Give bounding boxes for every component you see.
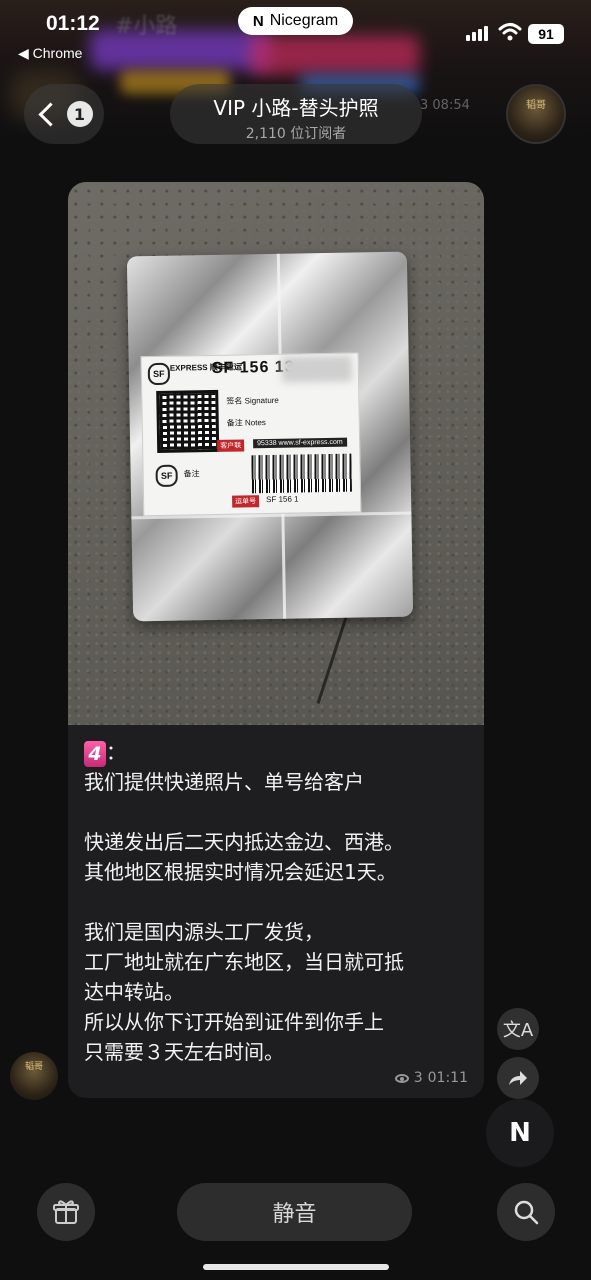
mute-button[interactable]: 静音 [177,1183,412,1241]
message-line: 我们是国内源头工厂发货， [84,920,324,944]
message-line: 其他地区根据实时情况会延迟1天。 [84,860,397,884]
channel-title-button[interactable]: VIP 小路-替头护照 2,110 位订阅者 [170,84,422,144]
message-meta: 3 01:11 [394,1070,468,1086]
redaction-blur [281,355,353,383]
sf-logo-icon: SF [155,464,178,487]
unread-count-badge: 1 [66,101,93,127]
label-waybill-tag: 运单号 [232,495,260,508]
nicegram-label: Nicegram [269,12,339,29]
message-line: 达中转站。 [84,980,184,1004]
message-line: 我们提供快递照片、单号给客户 [84,770,364,794]
message-line: 快递发出后二天内抵达金边、西港。 [84,830,404,854]
message-bubble[interactable]: SF EXPRESS 顺丰速运 SF 156 13 签名 Signature 备… [68,182,484,1098]
label-note: 备注 Notes [226,418,266,428]
nicegram-fab-button[interactable]: N [486,1099,554,1167]
home-indicator[interactable] [203,1264,389,1270]
nicegram-logo-icon: N [509,1118,531,1148]
nicegram-badge[interactable]: N Nicegram [238,7,353,35]
label-client-tag: 客户联 [217,439,245,452]
status-time: 01:12 [46,12,100,35]
signal-icon [466,26,488,41]
label-phone: 95338 www.sf-express.com [253,437,347,449]
gift-button[interactable] [37,1183,95,1241]
share-button[interactable] [497,1057,539,1099]
search-icon [514,1200,539,1225]
label-note2: 备注 [183,469,200,479]
nicegram-logo-icon: N [252,12,264,30]
search-button[interactable] [497,1183,555,1241]
subscriber-count: 2,110 位订阅者 [245,126,347,142]
message-line: 所以从你下订开始到证件到你手上 [84,1010,384,1034]
avatar-text: 韬哥 [24,1062,43,1072]
message-sender-avatar[interactable]: 韬哥 [10,1052,58,1100]
pinned-time: 3 08:54 [420,98,470,113]
message-text: 4： 我们提供快递照片、单号给客户 快递发出后二天内抵达金边、西港。 其他地区根… [84,737,484,1067]
label-sign: 签名 Signature [226,395,279,406]
qr-code [156,389,220,453]
parcel-image: SF EXPRESS 顺丰速运 SF 156 13 签名 Signature 备… [126,251,414,622]
back-button[interactable]: 1 [24,84,104,144]
gift-icon [53,1200,79,1224]
battery-indicator: 91 [528,24,564,44]
barcode [251,453,352,494]
shipping-label: SF EXPRESS 顺丰速运 SF 156 13 签名 Signature 备… [140,352,362,517]
view-count: 3 [413,1070,423,1086]
sf-logo-icon: SF [147,362,171,386]
message-time: 01:11 [427,1070,468,1086]
message-photo[interactable]: SF EXPRESS 顺丰速运 SF 156 13 签名 Signature 备… [68,182,484,725]
label-waybill-num: SF 156 1 [266,494,299,505]
chevron-left-icon [37,101,63,127]
status-bar: 01:12 ◀ Chrome N Nicegram 91 [0,0,591,61]
message-line: 工厂地址就在广东地区，当日就可抵 [84,950,404,974]
eye-icon [394,1073,409,1083]
channel-title: VIP 小路-替头护照 [213,96,379,120]
translate-button[interactable]: 文A [497,1008,539,1050]
avatar-text: 韬哥 [526,100,546,111]
back-to-app-link[interactable]: ◀ Chrome [18,45,82,62]
wifi-icon [498,23,522,41]
message-line: ： [106,740,126,764]
share-arrow-icon [509,1071,527,1085]
keycap-four-emoji: 4 [84,740,106,767]
message-line: 只需要３天左右时间。 [84,1040,284,1064]
translate-icon: 文A [502,1020,534,1041]
channel-avatar[interactable]: 韬哥 [506,84,566,144]
